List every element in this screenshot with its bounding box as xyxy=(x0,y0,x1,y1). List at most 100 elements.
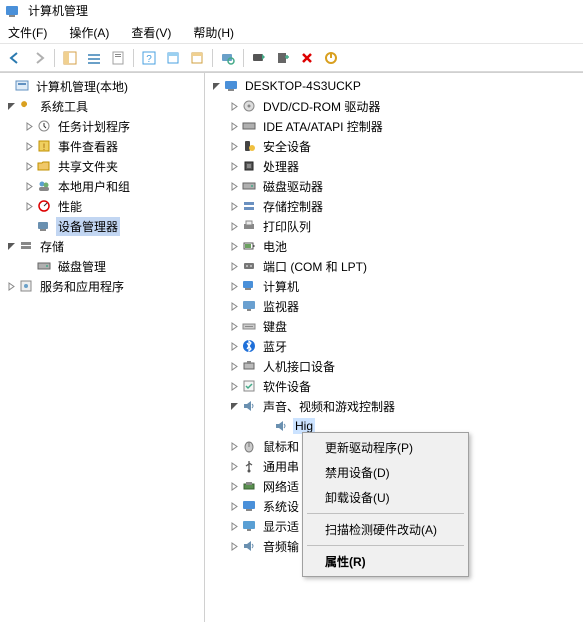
expand-icon[interactable] xyxy=(227,459,241,473)
dev-ide[interactable]: IDE ATA/ATAPI 控制器 xyxy=(205,116,583,136)
device-icon xyxy=(241,538,257,554)
expand-icon[interactable] xyxy=(4,279,18,293)
delete-button[interactable] xyxy=(296,47,318,69)
menu-help[interactable]: 帮助(H) xyxy=(189,22,238,43)
device-label: 处理器 xyxy=(261,157,301,176)
dev-computer[interactable]: DESKTOP-4S3UCKP xyxy=(205,76,583,96)
expand-icon[interactable] xyxy=(227,119,241,133)
expand-icon[interactable] xyxy=(227,279,241,293)
forward-button[interactable] xyxy=(28,47,50,69)
scan-hardware-button[interactable] xyxy=(217,47,239,69)
expand-icon[interactable] xyxy=(227,379,241,393)
tree-label: 服务和应用程序 xyxy=(38,277,126,296)
expand-icon[interactable] xyxy=(227,319,241,333)
dev-print-queues[interactable]: 打印队列 xyxy=(205,216,583,236)
properties-button[interactable] xyxy=(107,47,129,69)
back-button[interactable] xyxy=(4,47,26,69)
collapse-icon[interactable] xyxy=(4,239,18,253)
dev-computers[interactable]: 计算机 xyxy=(205,276,583,296)
expand-icon[interactable] xyxy=(227,539,241,553)
expand-icon[interactable] xyxy=(227,259,241,273)
device-label: 鼠标和 xyxy=(261,437,301,456)
expand-icon[interactable] xyxy=(227,179,241,193)
collapse-icon[interactable] xyxy=(227,399,241,413)
dev-monitors[interactable]: 监视器 xyxy=(205,296,583,316)
toolbar-separator xyxy=(54,49,55,67)
expand-icon[interactable] xyxy=(227,139,241,153)
help-button[interactable]: ? xyxy=(138,47,160,69)
device-icon xyxy=(241,158,257,174)
device-icon xyxy=(241,218,257,234)
dev-software-devices[interactable]: 软件设备 xyxy=(205,376,583,396)
svg-text:!: ! xyxy=(43,142,46,152)
expand-icon[interactable] xyxy=(227,199,241,213)
disable-button[interactable] xyxy=(320,47,342,69)
dev-keyboards[interactable]: 键盘 xyxy=(205,316,583,336)
toolbar-icon-1[interactable] xyxy=(162,47,184,69)
expand-icon[interactable] xyxy=(227,519,241,533)
tree-performance[interactable]: 性能 xyxy=(0,196,204,216)
collapse-icon[interactable] xyxy=(4,99,18,113)
tree-task-scheduler[interactable]: 任务计划程序 xyxy=(0,116,204,136)
expand-icon[interactable] xyxy=(227,359,241,373)
dev-storage-controllers[interactable]: 存储控制器 xyxy=(205,196,583,216)
expand-icon[interactable] xyxy=(227,239,241,253)
menu-file[interactable]: 文件(F) xyxy=(4,22,51,43)
main-split: 计算机管理(本地) 系统工具 任务计划程序 ! 事件查看器 共享文件夹 本地用户… xyxy=(0,72,583,622)
expand-icon[interactable] xyxy=(22,199,36,213)
menu-action[interactable]: 操作(A) xyxy=(65,22,113,43)
dev-dvd[interactable]: DVD/CD-ROM 驱动器 xyxy=(205,96,583,116)
ctx-update-driver[interactable]: 更新驱动程序(P) xyxy=(305,435,466,460)
show-hide-tree-button[interactable] xyxy=(59,47,81,69)
tree-services-apps[interactable]: 服务和应用程序 xyxy=(0,276,204,296)
context-menu: 更新驱动程序(P) 禁用设备(D) 卸载设备(U) 扫描检测硬件改动(A) 属性… xyxy=(302,432,469,577)
expand-icon[interactable] xyxy=(227,499,241,513)
titlebar: 计算机管理 xyxy=(0,0,583,22)
dev-battery[interactable]: 电池 xyxy=(205,236,583,256)
expand-icon[interactable] xyxy=(227,159,241,173)
ctx-uninstall-device[interactable]: 卸载设备(U) xyxy=(305,485,466,510)
dev-ports[interactable]: 端口 (COM 和 LPT) xyxy=(205,256,583,276)
tree-local-users[interactable]: 本地用户和组 xyxy=(0,176,204,196)
expand-icon[interactable] xyxy=(22,139,36,153)
device-label: 蓝牙 xyxy=(261,337,289,356)
dev-hid[interactable]: 人机接口设备 xyxy=(205,356,583,376)
expand-icon[interactable] xyxy=(22,179,36,193)
dev-bluetooth[interactable]: 蓝牙 xyxy=(205,336,583,356)
menu-view[interactable]: 查看(V) xyxy=(127,22,175,43)
expand-icon[interactable] xyxy=(22,119,36,133)
view-button[interactable] xyxy=(83,47,105,69)
ctx-disable-device[interactable]: 禁用设备(D) xyxy=(305,460,466,485)
device-icon xyxy=(241,198,257,214)
ctx-scan-hardware[interactable]: 扫描检测硬件改动(A) xyxy=(305,517,466,542)
dev-diskdrive[interactable]: 磁盘驱动器 xyxy=(205,176,583,196)
tree-storage[interactable]: 存储 xyxy=(0,236,204,256)
expand-icon[interactable] xyxy=(227,339,241,353)
toolbar-icon-2[interactable] xyxy=(186,47,208,69)
device-label: 键盘 xyxy=(261,317,289,336)
collapse-icon[interactable] xyxy=(209,79,223,93)
tree-disk-mgmt[interactable]: 磁盘管理 xyxy=(0,256,204,276)
dev-cpu[interactable]: 处理器 xyxy=(205,156,583,176)
expand-icon[interactable] xyxy=(227,299,241,313)
tree-event-viewer[interactable]: ! 事件查看器 xyxy=(0,136,204,156)
device-icon xyxy=(241,458,257,474)
tree-system-tools[interactable]: 系统工具 xyxy=(0,96,204,116)
tree-device-manager[interactable]: 设备管理器 xyxy=(0,216,204,236)
expand-icon[interactable] xyxy=(227,479,241,493)
ctx-properties[interactable]: 属性(R) xyxy=(305,549,466,574)
menubar: 文件(F) 操作(A) 查看(V) 帮助(H) xyxy=(0,22,583,44)
expand-icon[interactable] xyxy=(227,219,241,233)
tree-shared-folders[interactable]: 共享文件夹 xyxy=(0,156,204,176)
update-driver-button[interactable] xyxy=(248,47,270,69)
toolbar: ? xyxy=(0,44,583,72)
tree-root[interactable]: 计算机管理(本地) xyxy=(0,76,204,96)
tree-label: 任务计划程序 xyxy=(56,117,132,136)
expand-icon[interactable] xyxy=(22,159,36,173)
dev-sound[interactable]: 声音、视频和游戏控制器 xyxy=(205,396,583,416)
uninstall-button[interactable] xyxy=(272,47,294,69)
device-icon xyxy=(241,338,257,354)
expand-icon[interactable] xyxy=(227,99,241,113)
expand-icon[interactable] xyxy=(227,439,241,453)
dev-security[interactable]: 安全设备 xyxy=(205,136,583,156)
